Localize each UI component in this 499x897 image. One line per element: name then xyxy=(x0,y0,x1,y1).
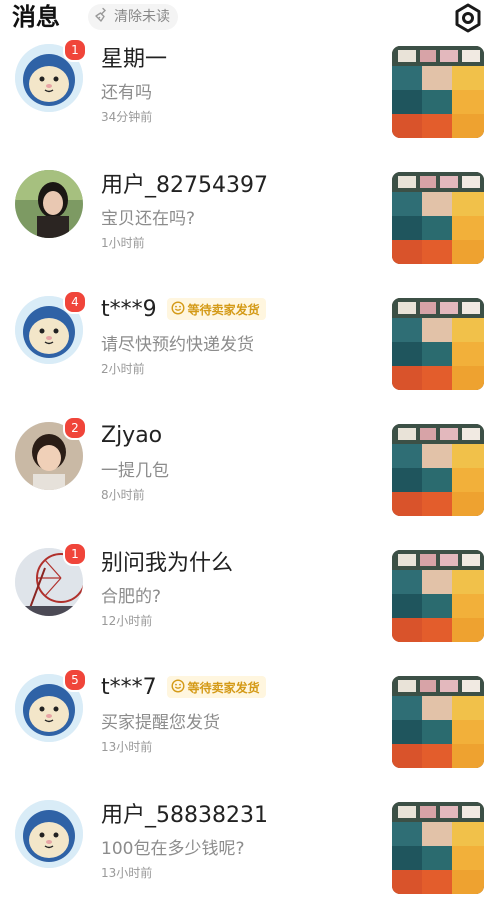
avatar[interactable]: 1 xyxy=(15,38,87,112)
clear-unread-button[interactable]: 清除未读 xyxy=(88,4,178,30)
last-message: 合肥的? xyxy=(101,587,162,607)
conversation-row[interactable]: 2 Zjyao 一提几包 8小时前 xyxy=(0,412,499,538)
last-message: 请尽快预约快递发货 xyxy=(101,335,254,355)
conversation-row[interactable]: 5 t***7 等待卖家发货 买家提醒您发货 13小时前 xyxy=(0,664,499,790)
product-thumbnail[interactable] xyxy=(392,46,484,138)
contact-name: Zjyao xyxy=(101,422,163,448)
avatar[interactable]: 1 xyxy=(15,542,87,616)
last-message: 一提几包 xyxy=(101,461,169,481)
avatar[interactable] xyxy=(15,170,83,238)
user-photo-avatar xyxy=(15,170,83,238)
contact-name: t***9 xyxy=(101,296,157,322)
conversation-row[interactable]: 1 星期一 还有吗 34分钟前 xyxy=(0,34,499,160)
product-thumbnail[interactable] xyxy=(392,802,484,894)
unread-badge: 1 xyxy=(63,542,87,566)
order-status-tag: 等待卖家发货 xyxy=(166,676,266,698)
header: 消息 清除未读 xyxy=(0,0,499,34)
contact-name: 用户_82754397 xyxy=(101,173,268,198)
avatar[interactable]: 5 xyxy=(15,668,87,742)
contact-name: 星期一 xyxy=(101,47,168,72)
page-title: 消息 xyxy=(12,3,60,31)
avatar[interactable]: 2 xyxy=(15,416,87,490)
name-line: 星期一 xyxy=(101,42,167,72)
broom-icon xyxy=(94,7,110,27)
message-time: 34分钟前 xyxy=(101,110,153,124)
unread-badge: 4 xyxy=(63,290,87,314)
unread-badge: 2 xyxy=(63,416,87,440)
message-time: 13小时前 xyxy=(101,866,153,880)
conversation-row[interactable]: 1 别问我为什么 合肥的? 12小时前 xyxy=(0,538,499,664)
name-line: 用户_58838231 xyxy=(101,798,268,828)
name-line: 用户_82754397 xyxy=(101,168,268,198)
product-thumbnail[interactable] xyxy=(392,424,484,516)
order-status-label: 等待卖家发货 xyxy=(187,680,260,695)
product-thumbnail[interactable] xyxy=(392,676,484,768)
message-time: 8小时前 xyxy=(101,488,145,502)
name-line: t***9 等待卖家发货 xyxy=(101,294,266,324)
smile-icon xyxy=(171,678,185,697)
smile-icon xyxy=(171,300,185,319)
last-message: 宝贝还在吗? xyxy=(101,209,196,229)
name-line: 别问我为什么 xyxy=(101,546,233,576)
order-status-tag: 等待卖家发货 xyxy=(166,298,266,320)
message-time: 2小时前 xyxy=(101,362,145,376)
name-line: t***7 等待卖家发货 xyxy=(101,672,266,702)
contact-name: 别问我为什么 xyxy=(101,551,234,576)
unread-badge: 1 xyxy=(63,38,87,62)
name-line: Zjyao xyxy=(101,420,162,450)
avatar[interactable]: 4 xyxy=(15,290,87,364)
clear-unread-label: 清除未读 xyxy=(114,9,170,25)
conversation-row[interactable]: 用户_58838231 100包在多少钱呢? 13小时前 xyxy=(0,790,499,897)
settings-hexagon-icon[interactable] xyxy=(452,2,484,34)
contact-name: t***7 xyxy=(101,674,157,700)
message-time: 13小时前 xyxy=(101,740,153,754)
message-time: 12小时前 xyxy=(101,614,153,628)
default-mascot-avatar xyxy=(15,800,83,868)
message-time: 1小时前 xyxy=(101,236,145,250)
conversation-row[interactable]: 用户_82754397 宝贝还在吗? 1小时前 xyxy=(0,160,499,286)
avatar[interactable] xyxy=(15,800,83,868)
product-thumbnail[interactable] xyxy=(392,550,484,642)
last-message: 还有吗 xyxy=(101,83,152,103)
conversation-row[interactable]: 4 t***9 等待卖家发货 请尽快预约快递发货 2小时前 xyxy=(0,286,499,412)
order-status-label: 等待卖家发货 xyxy=(187,302,260,317)
unread-badge: 5 xyxy=(63,668,87,692)
product-thumbnail[interactable] xyxy=(392,172,484,264)
last-message: 100包在多少钱呢? xyxy=(101,839,245,859)
contact-name: 用户_58838231 xyxy=(101,803,268,828)
product-thumbnail[interactable] xyxy=(392,298,484,390)
last-message: 买家提醒您发货 xyxy=(101,713,220,733)
